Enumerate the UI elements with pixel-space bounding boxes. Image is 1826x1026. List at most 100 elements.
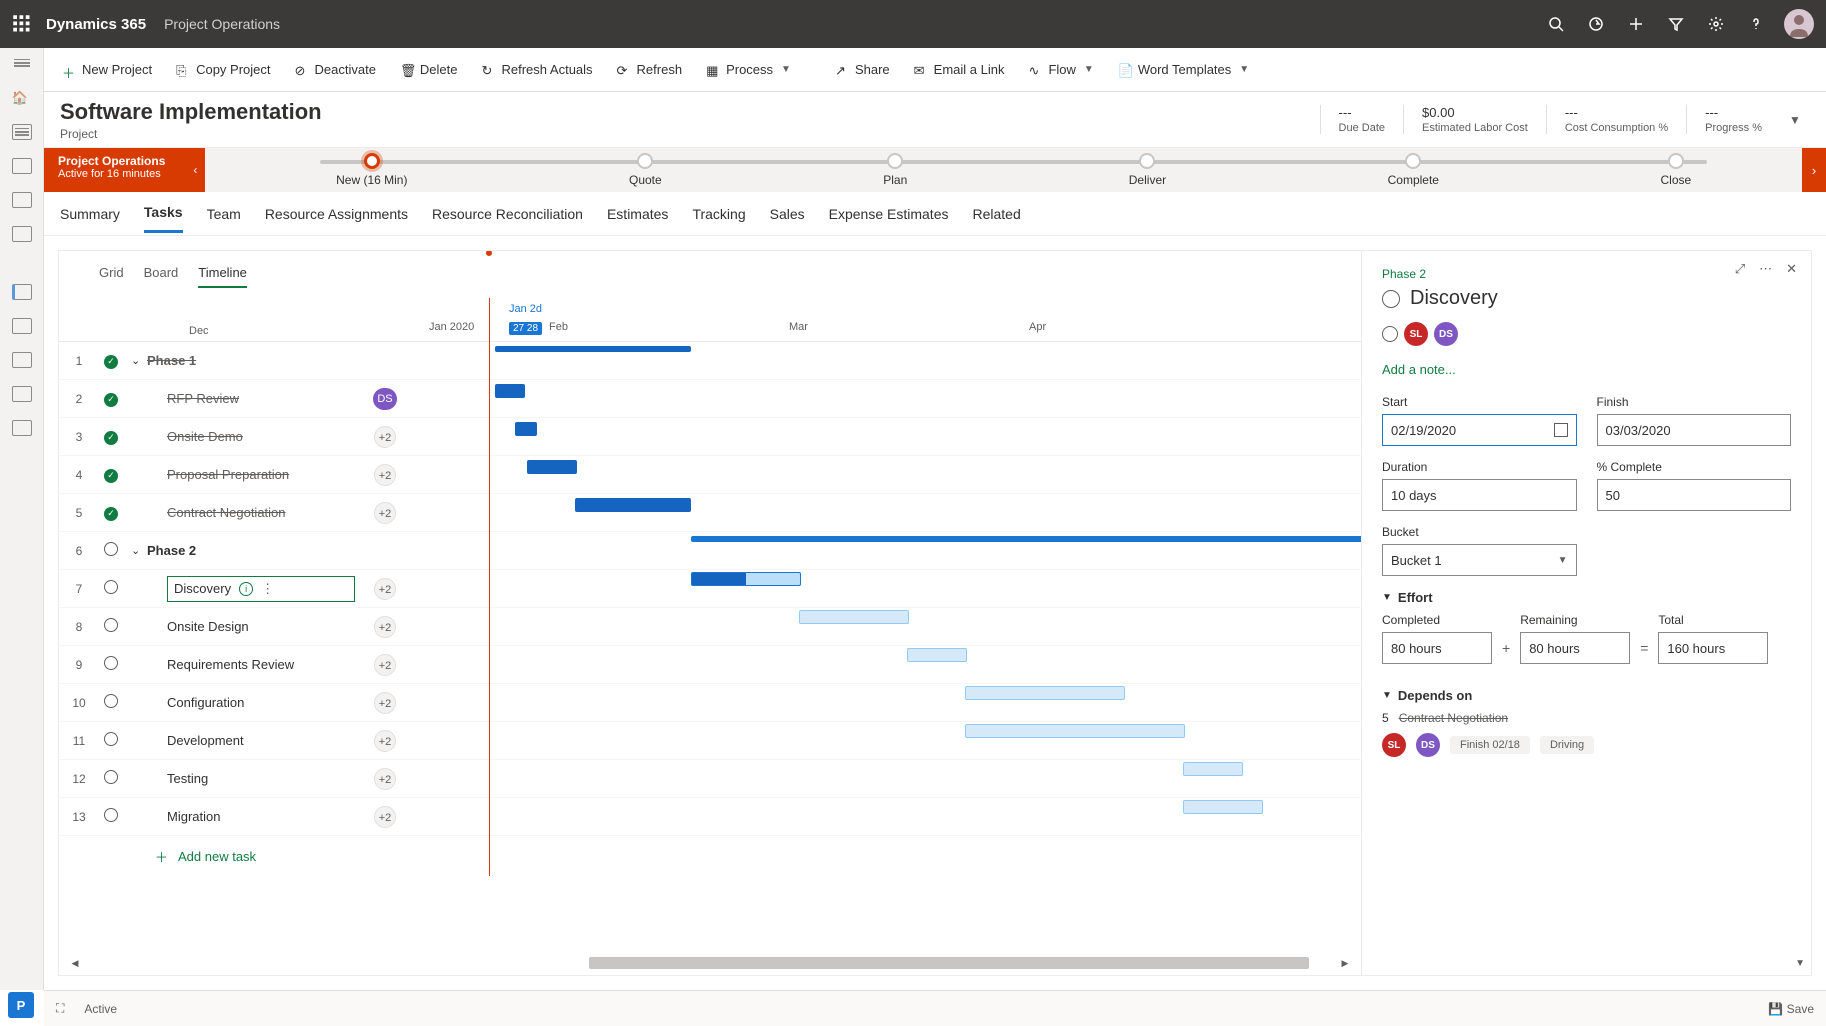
rail-item-2[interactable] xyxy=(12,158,32,174)
help-icon[interactable] xyxy=(1736,4,1776,44)
top-header: Dynamics 365 Project Operations xyxy=(0,0,1826,48)
bpf-stage-3[interactable]: Deliver xyxy=(1129,153,1166,187)
bpf-stage-5[interactable]: Close xyxy=(1661,153,1692,187)
bar-onsite-design[interactable] xyxy=(799,610,909,624)
finish-date-input[interactable]: 03/03/2020 xyxy=(1597,414,1792,446)
bar-testing[interactable] xyxy=(1183,762,1243,776)
status-bar: ⛶ Active 💾 Save xyxy=(44,990,1826,1026)
bpf-stage-4[interactable]: Complete xyxy=(1388,153,1439,187)
bar-development[interactable] xyxy=(965,724,1185,738)
close-panel-icon[interactable]: ✕ xyxy=(1786,261,1797,277)
settings-icon[interactable] xyxy=(1696,4,1736,44)
rail-item-7[interactable] xyxy=(12,386,32,402)
dep-finish-pill: Finish 02/18 xyxy=(1450,736,1530,754)
bucket-select[interactable]: Bucket 1▼ xyxy=(1382,544,1577,576)
gantt-area: GridBoardTimeline Dec Jan 2020 Jan 2d 27… xyxy=(59,251,1361,975)
scroll-down-icon[interactable]: ▼ xyxy=(1795,958,1805,969)
process-button[interactable]: ▦Process▼ xyxy=(696,58,801,81)
duration-input[interactable]: 10 days xyxy=(1382,479,1577,511)
view-tab-grid[interactable]: Grid xyxy=(99,265,124,288)
completed-effort-input[interactable]: 80 hours xyxy=(1382,632,1492,664)
bpf-stage-2[interactable]: Plan xyxy=(883,153,907,187)
view-tab-board[interactable]: Board xyxy=(144,265,179,288)
expand-panel-icon[interactable]: ⤢ xyxy=(1735,261,1745,277)
rail-item-1[interactable] xyxy=(12,124,32,140)
bar-proposal[interactable] xyxy=(527,460,577,474)
dep-person-ds[interactable]: DS xyxy=(1416,733,1440,757)
tab-resource-reconciliation[interactable]: Resource Reconciliation xyxy=(432,196,583,232)
bar-contract[interactable] xyxy=(575,498,691,512)
copy-project-button[interactable]: ⎘Copy Project xyxy=(166,58,280,81)
delete-button[interactable]: 🗑Delete xyxy=(390,58,468,81)
percent-complete-input[interactable]: 50 xyxy=(1597,479,1792,511)
effort-section-header[interactable]: ▼Effort xyxy=(1382,590,1791,605)
view-tab-timeline[interactable]: Timeline xyxy=(198,265,247,288)
bpf-stage-1[interactable]: Quote xyxy=(629,153,662,187)
assignees-row[interactable]: SL DS xyxy=(1382,322,1791,346)
refresh-button[interactable]: ⟳Refresh xyxy=(607,58,693,81)
rail-item-3[interactable] xyxy=(12,192,32,208)
module-name[interactable]: Project Operations xyxy=(164,16,280,32)
word-templates-button[interactable]: 📄Word Templates▼ xyxy=(1108,58,1259,81)
expand-header-icon[interactable]: ▼ xyxy=(1780,113,1810,127)
month-dec: Dec xyxy=(189,325,209,337)
app-badge[interactable]: P xyxy=(8,992,34,1018)
menu-icon[interactable] xyxy=(12,56,32,72)
metric-cost-consumption: ---Cost Consumption % xyxy=(1546,105,1686,134)
rail-item-4[interactable] xyxy=(12,226,32,242)
bar-onsite-demo[interactable] xyxy=(515,422,537,436)
email-link-button[interactable]: ✉Email a Link xyxy=(904,58,1015,81)
tab-sales[interactable]: Sales xyxy=(770,196,805,232)
tab-estimates[interactable]: Estimates xyxy=(607,196,668,232)
depends-section-header[interactable]: ▼Depends on xyxy=(1382,688,1791,703)
filter-icon[interactable] xyxy=(1656,4,1696,44)
bar-discovery[interactable] xyxy=(691,572,801,586)
flow-button[interactable]: ∿Flow▼ xyxy=(1018,58,1103,81)
bpf-stage-0[interactable]: New (16 Min) xyxy=(336,153,407,187)
dependency-row: 5 Contract Negotiation xyxy=(1382,711,1791,725)
search-icon[interactable] xyxy=(1536,4,1576,44)
tab-tracking[interactable]: Tracking xyxy=(692,196,745,232)
tab-expense-estimates[interactable]: Expense Estimates xyxy=(829,196,949,232)
status-restore-icon[interactable]: ⛶ xyxy=(56,1001,64,1016)
user-avatar[interactable] xyxy=(1784,9,1814,39)
bpf-collapse-button[interactable]: ‹ xyxy=(185,148,205,192)
app-name[interactable]: Dynamics 365 xyxy=(46,16,146,33)
tab-team[interactable]: Team xyxy=(207,196,241,232)
bar-phase2[interactable] xyxy=(691,536,1361,542)
bpf-next-button[interactable]: › xyxy=(1802,148,1826,192)
rail-item-active[interactable] xyxy=(12,284,32,300)
calendar-icon[interactable] xyxy=(1554,423,1568,437)
home-icon[interactable]: 🏠 xyxy=(12,90,32,106)
new-project-button[interactable]: ＋New Project xyxy=(52,58,162,81)
app-launcher-icon[interactable] xyxy=(12,14,32,34)
assignee-sl[interactable]: SL xyxy=(1404,322,1428,346)
tab-resource-assignments[interactable]: Resource Assignments xyxy=(265,196,408,232)
bar-configuration[interactable] xyxy=(965,686,1125,700)
tab-tasks[interactable]: Tasks xyxy=(144,194,183,233)
save-button[interactable]: 💾 Save xyxy=(1768,1002,1814,1016)
bar-requirements[interactable] xyxy=(907,648,967,662)
rail-item-8[interactable] xyxy=(12,420,32,436)
tab-related[interactable]: Related xyxy=(972,196,1020,232)
total-effort-input[interactable]: 160 hours xyxy=(1658,632,1768,664)
more-icon[interactable]: ⋯ xyxy=(1759,261,1772,277)
rail-item-5[interactable] xyxy=(12,318,32,334)
start-date-input[interactable]: 02/19/2020 xyxy=(1382,414,1577,446)
dep-person-sl[interactable]: SL xyxy=(1382,733,1406,757)
bar-rfp[interactable] xyxy=(495,384,525,398)
share-button[interactable]: ↗Share xyxy=(825,58,900,81)
add-note-link[interactable]: Add a note... xyxy=(1382,362,1791,377)
assistant-icon[interactable] xyxy=(1576,4,1616,44)
rail-item-6[interactable] xyxy=(12,352,32,368)
assignee-ds[interactable]: DS xyxy=(1434,322,1458,346)
horizontal-scrollbar[interactable]: ◀ ▶ xyxy=(69,957,1351,969)
tab-summary[interactable]: Summary xyxy=(60,196,120,232)
remaining-effort-input[interactable]: 80 hours xyxy=(1520,632,1630,664)
add-icon[interactable] xyxy=(1616,4,1656,44)
task-complete-toggle[interactable] xyxy=(1382,290,1400,308)
deactivate-button[interactable]: ⊘Deactivate xyxy=(285,58,386,81)
refresh-actuals-button[interactable]: ↻Refresh Actuals xyxy=(472,58,603,81)
bar-migration[interactable] xyxy=(1183,800,1263,814)
bar-phase1[interactable] xyxy=(495,346,691,352)
